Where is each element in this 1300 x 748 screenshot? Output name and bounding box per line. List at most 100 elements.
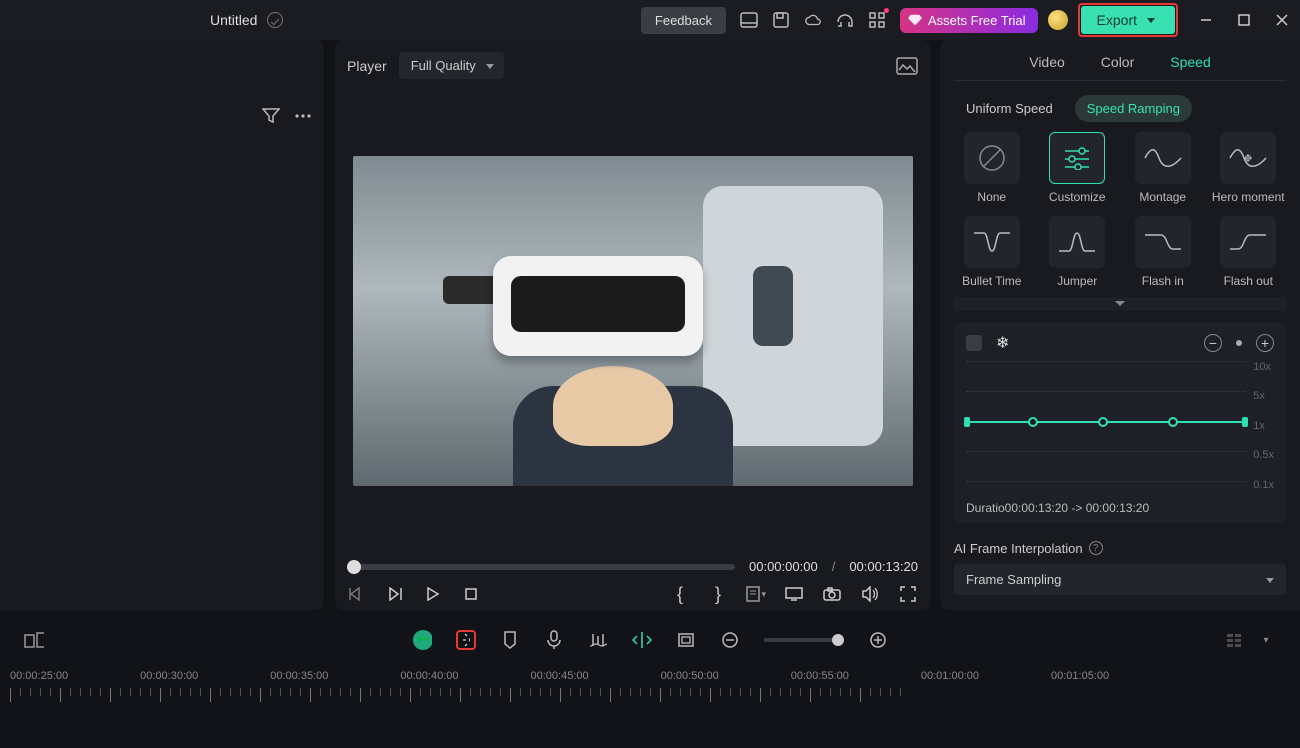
ramp-grid-icon[interactable] [966,335,982,351]
apps-icon[interactable] [868,11,886,29]
volume-icon[interactable] [860,584,880,604]
subtab-speed-ramping[interactable]: Speed Ramping [1075,95,1192,122]
snapshot-gallery-icon[interactable] [896,57,918,75]
preset-flash-in[interactable]: Flash in [1125,216,1201,288]
marker-icon[interactable] [500,630,520,650]
playback-scrubber[interactable] [347,564,735,570]
ramp-y-labels: 10x 5x 1x 0.5x 0.1x [1253,361,1274,491]
preset-bullet-time[interactable]: Bullet Time [954,216,1030,288]
flashout-curve-icon [1228,229,1268,255]
subtab-uniform-speed[interactable]: Uniform Speed [954,95,1065,122]
zoom-in-button[interactable] [868,630,888,650]
more-icon[interactable] [294,113,312,119]
timeline-ruler[interactable]: 00:00:25:00 00:00:30:00 00:00:35:00 00:0… [0,664,1300,734]
preset-flash-out[interactable]: Flash out [1211,216,1287,288]
cloud-icon[interactable] [804,11,822,29]
mark-out-icon[interactable]: } [708,584,728,604]
add-keyframe-button[interactable]: + [1256,334,1274,352]
titlebar: Untitled Feedback Assets Free Trial Expo… [0,0,1300,40]
keyframe-point[interactable] [964,417,970,427]
track-view-icon[interactable] [1224,630,1244,650]
zoom-knob[interactable] [832,634,844,646]
auto-ripple-icon[interactable] [632,630,652,650]
preset-none[interactable]: None [954,132,1030,204]
keyframe-point[interactable] [1098,417,1108,427]
sync-status-icon [267,12,283,28]
speed-curve[interactable] [966,421,1246,423]
chevron-down-icon [1115,301,1125,306]
jumper-curve-icon [1057,229,1097,255]
keyframe-indicator-icon [1236,340,1242,346]
gem-icon [908,13,922,27]
time-label: 00:00:40:00 [400,670,458,682]
preset-jumper[interactable]: Jumper [1040,216,1116,288]
top-icon-group [740,11,886,29]
none-icon [977,143,1007,173]
device-view-icon[interactable] [24,630,44,650]
crop-icon[interactable] [676,630,696,650]
tab-color[interactable]: Color [1101,54,1134,70]
track-options-icon[interactable]: ▾ [1256,630,1276,650]
preset-montage[interactable]: Montage [1125,132,1201,204]
player-label: Player [347,58,387,74]
play-button[interactable] [423,584,443,604]
feedback-button[interactable]: Feedback [641,7,726,34]
quality-dropdown[interactable]: Full Quality [399,52,504,79]
text-tool-icon[interactable]: ▾ [746,584,766,604]
display-icon[interactable] [784,584,804,604]
time-label: 00:00:45:00 [531,670,589,682]
stop-button[interactable] [461,584,481,604]
timecode-separator: / [832,559,836,574]
player-panel: Player Full Quality 00:00:00:00 [335,40,930,610]
layout-icon[interactable] [740,11,758,29]
assets-trial-button[interactable]: Assets Free Trial [900,8,1038,33]
remove-keyframe-button[interactable]: − [1204,334,1222,352]
time-label: 00:00:50:00 [661,670,719,682]
keyframe-point[interactable] [1242,417,1248,427]
freeze-frame-icon[interactable]: ❄ [996,333,1009,353]
zoom-out-button[interactable] [720,630,740,650]
preset-expand-toggle[interactable] [954,297,1286,311]
camera-icon[interactable] [822,584,842,604]
scrubber-knob[interactable] [347,560,361,574]
timeline-ticks [0,688,1300,706]
preset-customize[interactable]: Customize [1040,132,1116,204]
fullscreen-icon[interactable] [898,584,918,604]
hero-curve-icon [1228,145,1268,171]
preview-area [347,93,918,549]
mark-in-icon[interactable]: { [670,584,690,604]
preset-label: Montage [1139,190,1186,204]
ai-frame-dropdown[interactable]: Frame Sampling [954,564,1286,595]
ai-robot-icon[interactable] [412,630,432,650]
keyframe-point[interactable] [1028,417,1038,427]
bullet-curve-icon [972,229,1012,255]
preset-hero[interactable]: Hero moment [1211,132,1287,204]
minimize-button[interactable] [1198,12,1214,28]
audio-mixer-icon[interactable] [588,630,608,650]
preset-label: Flash out [1224,274,1273,288]
zoom-slider[interactable] [764,638,844,642]
inspector-panel: Video Color Speed Uniform Speed Speed Ra… [940,40,1300,610]
chevron-down-icon [1147,18,1155,23]
media-panel [0,40,325,610]
voiceover-icon[interactable] [544,630,564,650]
ramp-chart[interactable]: 10x 5x 1x 0.5x 0.1x [966,361,1274,491]
keyframe-point[interactable] [1168,417,1178,427]
help-icon[interactable]: ? [1089,541,1103,555]
save-icon[interactable] [772,11,790,29]
preview-frame[interactable] [353,156,913,486]
coin-icon[interactable] [1048,10,1068,30]
tab-video[interactable]: Video [1029,54,1065,70]
maximize-button[interactable] [1236,12,1252,28]
current-timecode: 00:00:00:00 [749,559,818,574]
prev-frame-button[interactable] [347,584,367,604]
play-pause-button[interactable] [385,584,405,604]
filter-icon[interactable] [262,108,280,124]
close-button[interactable] [1274,12,1290,28]
time-label: 00:01:05:00 [1051,670,1109,682]
export-button[interactable]: Export [1081,6,1175,34]
render-preview-button[interactable] [456,630,476,650]
flashin-curve-icon [1143,229,1183,255]
tab-speed[interactable]: Speed [1170,54,1210,70]
headphones-icon[interactable] [836,11,854,29]
